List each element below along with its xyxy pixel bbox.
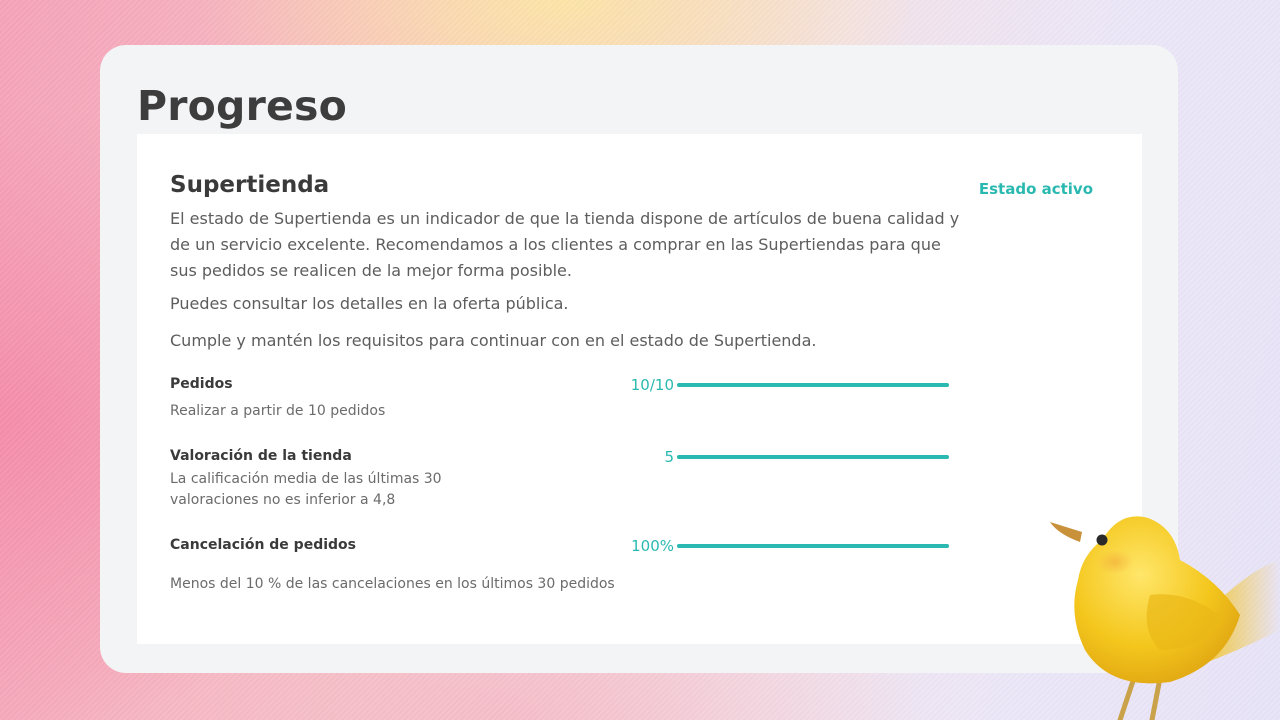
- requirement-value: 10/10: [630, 376, 674, 394]
- page-title: Progreso: [137, 82, 347, 130]
- card-description: El estado de Supertienda es un indicador…: [170, 209, 960, 280]
- bird-cheek: [1097, 550, 1133, 574]
- status-badge: Estado activo: [978, 180, 1093, 198]
- requirement-cancellations: Cancelación de pedidos Menos del 10 % de…: [170, 537, 950, 595]
- requirement-title: Cancelación de pedidos: [170, 537, 356, 553]
- requirement-rating: Valoración de la tienda La calificación …: [170, 448, 950, 514]
- progress-fill: [677, 455, 949, 459]
- progress-bar: [677, 455, 949, 459]
- card-title: Supertienda: [170, 172, 330, 198]
- requirement-value: 100%: [631, 537, 674, 555]
- bird-eye: [1096, 534, 1108, 546]
- offer-note: Puedes consultar los detalles en la ofer…: [170, 294, 569, 313]
- progress-bar: [677, 383, 949, 387]
- requirements-note: Cumple y mantén los requisitos para cont…: [170, 331, 817, 350]
- progress-fill: [677, 383, 949, 387]
- requirement-description: Menos del 10 % de las cancelaciones en l…: [170, 576, 615, 592]
- requirement-description: La calificación media de las últimas 30 …: [170, 471, 442, 508]
- requirement-value: 5: [664, 448, 674, 466]
- progress-fill: [677, 544, 949, 548]
- bird-beak: [1050, 522, 1082, 542]
- requirement-orders: Pedidos Realizar a partir de 10 pedidos …: [170, 376, 950, 426]
- requirement-title: Valoración de la tienda: [170, 448, 352, 464]
- requirement-description: Realizar a partir de 10 pedidos: [170, 403, 386, 419]
- progress-bar: [677, 544, 949, 548]
- requirement-title: Pedidos: [170, 376, 233, 392]
- yellow-bird-illustration: [1050, 516, 1280, 720]
- supertienda-card: Supertienda Estado activo El estado de S…: [137, 134, 1142, 644]
